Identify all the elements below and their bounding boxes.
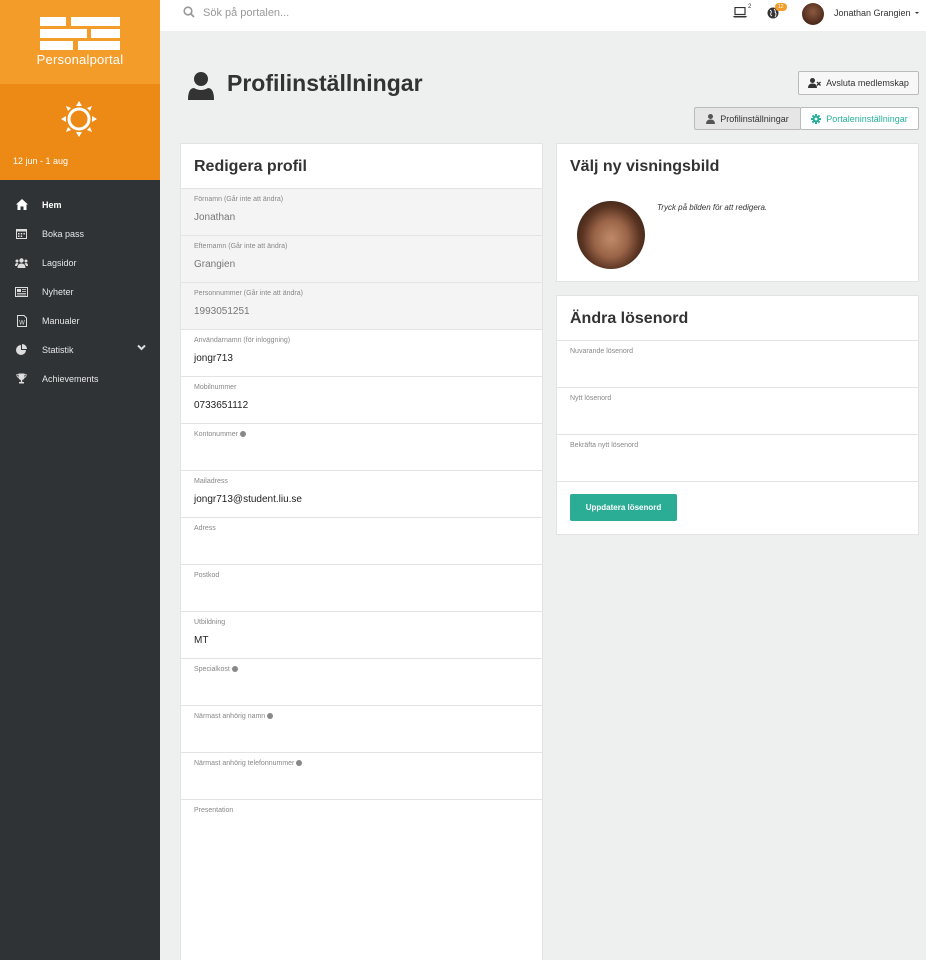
- profile-photo[interactable]: [577, 201, 645, 269]
- svg-text:W: W: [19, 319, 25, 326]
- sidebar-item-label: Boka pass: [42, 228, 85, 239]
- sidebar-item-achievements[interactable]: Achievements: [0, 364, 160, 393]
- email-field[interactable]: Mailadress jongr713@student.liu.se: [181, 470, 542, 517]
- info-icon[interactable]: [239, 431, 246, 437]
- user-avatar[interactable]: [802, 3, 824, 25]
- postcode-field[interactable]: Postkod: [181, 564, 542, 611]
- notification-badge: 12: [775, 3, 787, 11]
- search-input[interactable]: [203, 5, 503, 21]
- logo-mark-icon: [40, 17, 120, 50]
- first-name-field: Förnamn (Går inte att ändra) Jonathan: [181, 188, 542, 235]
- info-icon[interactable]: [296, 760, 303, 766]
- next-of-kin-phone-field[interactable]: Närmast anhörig telefonnummer: [181, 752, 542, 799]
- current-password-field[interactable]: Nuvarande lösenord: [557, 340, 918, 387]
- sun-icon: [61, 101, 97, 137]
- calendar-icon: [15, 228, 28, 239]
- sidebar-nav: Hem Boka pass Lagsidor Nyheter W Manuale…: [0, 190, 160, 393]
- trophy-icon: [15, 373, 28, 384]
- sidebar-item-nyheter[interactable]: Nyheter: [0, 277, 160, 306]
- presentation-field[interactable]: Presentation: [181, 799, 542, 960]
- username-field[interactable]: Användarnamn (för inloggning) jongr713: [181, 329, 542, 376]
- sidebar-item-lagsidor[interactable]: Lagsidor: [0, 248, 160, 277]
- newspaper-icon: [15, 286, 28, 297]
- search-icon: [183, 6, 195, 18]
- profile-photo-panel: Välj ny visningsbild Tryck på bilden för…: [556, 143, 919, 282]
- personal-number-field: Personnummer (Går inte att ändra) 199305…: [181, 282, 542, 329]
- confirm-password-field[interactable]: Bekräfta nytt lösenord: [557, 434, 918, 481]
- logo-text: Personalportal: [36, 52, 124, 67]
- sidebar-item-label: Lagsidor: [42, 257, 77, 268]
- laptop-icon[interactable]: [733, 7, 747, 18]
- profile-photo-title: Välj ny visningsbild: [570, 158, 720, 175]
- update-password-button[interactable]: Uppdatera lösenord: [570, 494, 677, 521]
- last-name-field: Efternamn (Går inte att ändra) Grangien: [181, 235, 542, 282]
- sidebar-item-label: Achievements: [42, 373, 99, 384]
- profile-photo-hint: Tryck på bilden för att redigera.: [657, 203, 768, 212]
- new-password-field[interactable]: Nytt lösenord: [557, 387, 918, 434]
- sidebar: Personalportal 12 jun - 1 aug Hem Boka p…: [0, 0, 160, 960]
- sidebar-item-boka-pass[interactable]: Boka pass: [0, 219, 160, 248]
- sidebar-item-hem[interactable]: Hem: [0, 190, 160, 219]
- education-field[interactable]: Utbildning MT: [181, 611, 542, 658]
- tab-portal-label: Portaleninställningar: [826, 113, 908, 124]
- user-name[interactable]: Jonathan Grangien: [834, 8, 911, 18]
- laptop-count: 2: [748, 4, 752, 10]
- chevron-down-icon[interactable]: [137, 344, 146, 351]
- info-icon[interactable]: [231, 666, 238, 672]
- tab-profile-label: Profilinställningar: [720, 113, 789, 124]
- sidebar-item-statistik[interactable]: Statistik: [0, 335, 160, 364]
- leave-membership-button[interactable]: Avsluta medlemskap: [798, 71, 919, 95]
- user-icon: [706, 113, 716, 124]
- pie-chart-icon: [15, 344, 28, 355]
- special-diet-field[interactable]: Specialkost: [181, 658, 542, 705]
- sidebar-item-manualer[interactable]: W Manualer: [0, 306, 160, 335]
- next-of-kin-name-field[interactable]: Närmast anhörig namn: [181, 705, 542, 752]
- topbar: 2 12 Jonathan Grangien: [160, 0, 926, 31]
- mobile-field[interactable]: Mobilnummer 0733651112: [181, 376, 542, 423]
- gear-icon: [811, 113, 822, 124]
- edit-profile-title: Redigera profil: [194, 158, 307, 175]
- account-number-field[interactable]: Kontonummer: [181, 423, 542, 470]
- change-password-panel: Ändra lösenord Nuvarande lösenord Nytt l…: [556, 295, 919, 535]
- logo[interactable]: Personalportal: [0, 0, 160, 84]
- address-field[interactable]: Adress: [181, 517, 542, 564]
- sidebar-item-label: Nyheter: [42, 286, 74, 297]
- sidebar-item-label: Statistik: [42, 344, 74, 355]
- info-icon[interactable]: [267, 713, 274, 719]
- tab-portal-settings[interactable]: Portaleninställningar: [800, 107, 919, 130]
- document-icon: W: [15, 314, 28, 327]
- season-dates: 12 jun - 1 aug: [13, 156, 69, 166]
- page-title: Profilinställningar: [227, 70, 423, 96]
- user-icon: [188, 72, 214, 100]
- change-password-title: Ändra lösenord: [570, 310, 689, 327]
- users-icon: [15, 257, 28, 268]
- caret-down-icon[interactable]: [915, 12, 919, 14]
- sidebar-item-label: Hem: [42, 199, 62, 210]
- tab-profile-settings[interactable]: Profilinställningar: [694, 107, 801, 130]
- sidebar-item-label: Manualer: [42, 315, 80, 326]
- user-remove-icon: [808, 78, 822, 88]
- leave-membership-label: Avsluta medlemskap: [826, 78, 909, 88]
- home-icon: [15, 199, 28, 210]
- divider: [557, 481, 918, 482]
- edit-profile-panel: Redigera profil Förnamn (Går inte att än…: [180, 143, 543, 960]
